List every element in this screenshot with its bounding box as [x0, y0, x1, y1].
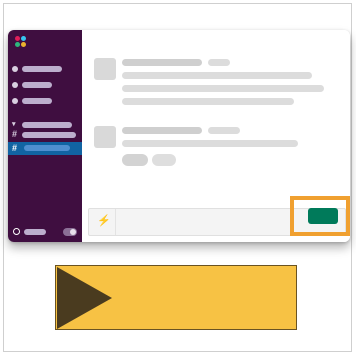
hash-icon: #: [12, 129, 18, 139]
composer-divider: [115, 209, 116, 235]
sidebar-item-threads[interactable]: [12, 65, 72, 73]
bullet-icon: [12, 98, 18, 104]
hash-icon: #: [12, 143, 18, 153]
play-banner[interactable]: [55, 265, 297, 330]
channel-label: [22, 132, 76, 138]
channel-label: [24, 145, 70, 151]
lightning-bolt-icon[interactable]: ⚡: [97, 215, 111, 227]
avatar: [94, 58, 116, 80]
message-time-placeholder: [208, 127, 240, 134]
message-author-placeholder: [122, 59, 202, 66]
app-logo-icon: [15, 36, 27, 48]
bullet-icon: [12, 66, 18, 72]
play-icon: [57, 267, 112, 329]
avatar: [94, 126, 116, 148]
section-label: [22, 122, 72, 128]
presence-toggle[interactable]: [63, 228, 77, 236]
reaction-pill[interactable]: [122, 154, 148, 166]
bullet-icon: [12, 82, 18, 88]
message-line-placeholder: [122, 85, 324, 92]
sidebar-item-label: [22, 66, 62, 72]
message-line-placeholder: [122, 72, 312, 79]
message-line-placeholder: [122, 140, 298, 147]
sidebar-channel-selected[interactable]: #: [8, 142, 82, 155]
channels-section-header[interactable]: ▾: [12, 121, 78, 129]
sidebar-item-label: [22, 98, 52, 104]
message-time-placeholder: [208, 59, 230, 66]
status-icon[interactable]: [13, 228, 20, 235]
sidebar-item-saved[interactable]: [12, 97, 72, 105]
user-name-placeholder: [24, 229, 46, 235]
sidebar-item-label: [22, 82, 52, 88]
send-button[interactable]: [308, 208, 338, 224]
reaction-pill[interactable]: [152, 154, 176, 166]
message-line-placeholder: [122, 98, 294, 105]
sidebar: ▾ # #: [8, 30, 82, 242]
sidebar-channel[interactable]: #: [12, 129, 78, 139]
sidebar-item-mentions[interactable]: [12, 81, 72, 89]
message-author-placeholder: [122, 127, 202, 134]
